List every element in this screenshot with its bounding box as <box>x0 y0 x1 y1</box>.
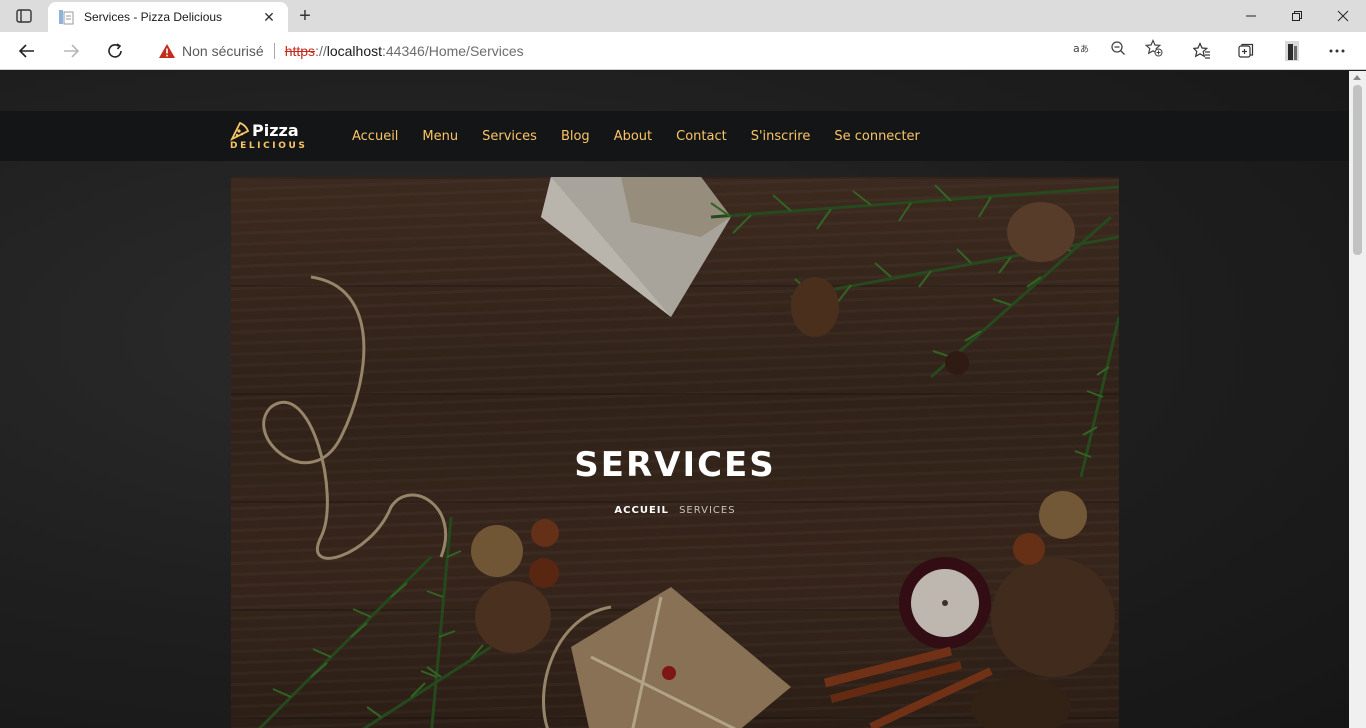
more-icon[interactable] <box>1322 36 1352 66</box>
breadcrumb-current: SERVICES <box>679 505 736 516</box>
omnibox-divider <box>273 43 275 59</box>
address-bar[interactable]: Non sécurisé https://localhost:44346/Hom… <box>146 36 1176 66</box>
nav-link-services[interactable]: Services <box>482 129 537 144</box>
hero-banner: SERVICES ACCUEIL SERVICES <box>231 177 1119 728</box>
tab-title: Services - Pizza Delicious <box>84 10 223 24</box>
nav-link-sinscrire[interactable]: S'inscrire <box>751 129 811 144</box>
close-icon[interactable]: ✕ <box>260 8 278 26</box>
nav-link-menu[interactable]: Menu <box>422 129 458 144</box>
new-tab-button[interactable]: + <box>292 4 318 28</box>
minimize-icon[interactable] <box>1228 0 1274 32</box>
logo-wordmark: Pizza <box>252 121 299 140</box>
svg-text:あ: あ <box>1080 44 1089 55</box>
svg-text:a: a <box>1073 42 1080 55</box>
add-favorite-icon[interactable] <box>1143 38 1165 58</box>
read-aloud-icon[interactable]: aあ <box>1070 38 1092 58</box>
logo-subtitle: DELICIOUS <box>230 141 308 151</box>
url-scheme: https <box>284 43 316 59</box>
url-text[interactable]: https://localhost:44346/Home/Services <box>285 43 524 59</box>
nav-link-contact[interactable]: Contact <box>676 129 727 144</box>
nav-link-se-connecter[interactable]: Se connecter <box>834 129 920 144</box>
nav-link-accueil[interactable]: Accueil <box>352 129 398 144</box>
nav-link-about[interactable]: About <box>614 129 652 144</box>
url-separator: :// <box>315 43 327 59</box>
warning-icon <box>158 43 176 59</box>
site-navbar: Pizza DELICIOUS Accueil Menu Services Bl… <box>0 111 1349 161</box>
nav-menu: Accueil Menu Services Blog About Contact… <box>352 111 944 161</box>
page-viewport: Pizza DELICIOUS Accueil Menu Services Bl… <box>0 71 1349 728</box>
site-logo[interactable]: Pizza DELICIOUS <box>229 119 310 153</box>
back-icon[interactable] <box>12 36 42 66</box>
favorites-icon[interactable] <box>1187 36 1217 66</box>
scroll-up-arrow-icon[interactable] <box>1353 75 1361 80</box>
page-scrollbar[interactable] <box>1349 71 1366 728</box>
restore-icon[interactable] <box>1274 0 1320 32</box>
zoom-icon[interactable] <box>1107 38 1129 58</box>
page-title: SERVICES <box>574 445 776 485</box>
breadcrumb: ACCUEIL SERVICES <box>231 505 1119 516</box>
close-window-icon[interactable] <box>1320 0 1366 32</box>
tab-bar: Services - Pizza Delicious ✕ + <box>0 0 1366 32</box>
forward-icon[interactable] <box>56 36 86 66</box>
favicon-icon <box>58 9 74 25</box>
scroll-thumb[interactable] <box>1353 85 1362 255</box>
url-host: localhost <box>326 43 382 59</box>
address-bar-row: Non sécurisé https://localhost:44346/Hom… <box>0 32 1366 70</box>
nav-link-blog[interactable]: Blog <box>561 129 590 144</box>
pizza-slice-icon <box>229 121 250 142</box>
url-path: :44346/Home/Services <box>382 43 524 59</box>
profile-icon[interactable] <box>1277 36 1307 66</box>
browser-tab[interactable]: Services - Pizza Delicious ✕ <box>48 2 288 32</box>
collections-icon[interactable] <box>1231 36 1261 66</box>
tab-actions-icon[interactable] <box>8 4 40 28</box>
security-label[interactable]: Non sécurisé <box>182 43 264 59</box>
breadcrumb-home-link[interactable]: ACCUEIL <box>614 505 668 516</box>
refresh-icon[interactable] <box>100 36 130 66</box>
